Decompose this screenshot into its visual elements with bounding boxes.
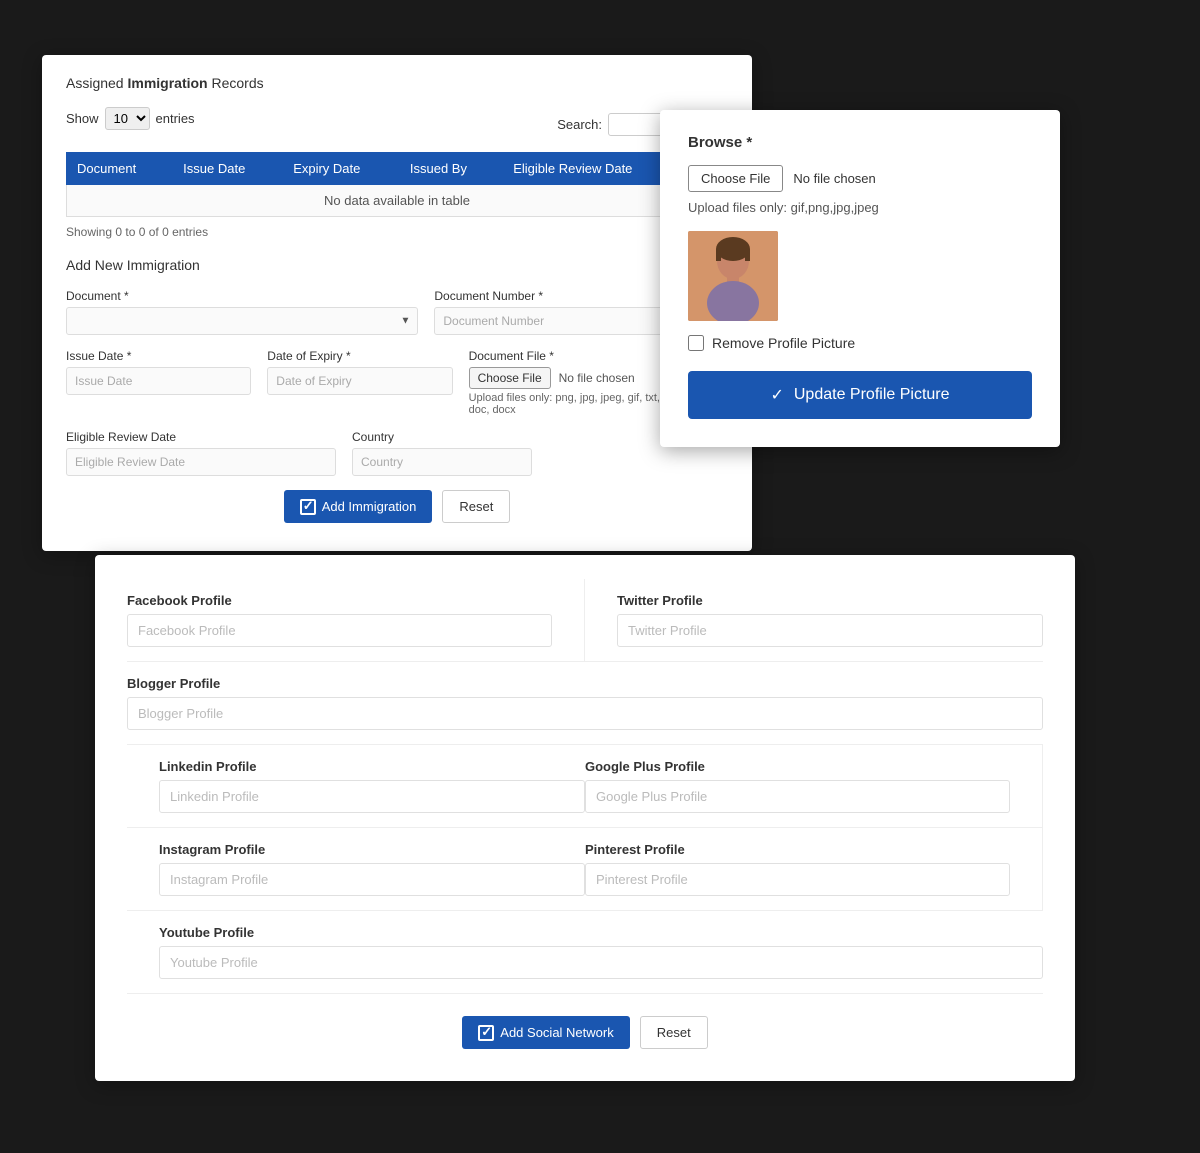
document-select-wrapper: ▼: [66, 307, 418, 335]
social-label: Google Plus Profile: [585, 759, 1010, 774]
entries-select[interactable]: 10 25 50: [105, 107, 150, 130]
social-input[interactable]: [159, 780, 585, 813]
immigration-card: Assigned Immigration Records Show 10 25 …: [42, 55, 752, 551]
eligible-review-label: Eligible Review Date: [66, 430, 336, 444]
social-field-twitter-profile: Twitter Profile: [585, 579, 1043, 662]
showing-text: Showing 0 to 0 of 0 entries: [66, 225, 728, 239]
profile-placeholder: [688, 231, 778, 321]
no-file-text: No file chosen: [559, 371, 635, 385]
document-group: Document * ▼: [66, 289, 418, 335]
social-label: Twitter Profile: [617, 593, 1043, 608]
no-data-cell: No data available in table: [67, 185, 728, 217]
reset-button[interactable]: Reset: [442, 490, 510, 523]
social-field-google-plus-profile: Google Plus Profile: [585, 745, 1043, 828]
col-issue-date: Issue Date: [173, 153, 283, 185]
add-social-network-button[interactable]: Add Social Network: [462, 1016, 629, 1049]
social-reset-button[interactable]: Reset: [640, 1016, 708, 1049]
add-immigration-button[interactable]: Add Immigration: [284, 490, 433, 523]
remove-checkbox-row: Remove Profile Picture: [688, 335, 1032, 351]
social-input[interactable]: [585, 863, 1010, 896]
card-title: Assigned Immigration Records: [66, 75, 728, 91]
add-new-title: Add New Immigration: [66, 257, 728, 273]
form-row-review-country: Eligible Review Date Country: [66, 430, 728, 476]
form-row-document: Document * ▼ Document Number *: [66, 289, 728, 335]
choose-file-button[interactable]: Choose File: [469, 367, 551, 389]
social-input[interactable]: [617, 614, 1043, 647]
check-icon: [478, 1025, 494, 1041]
eligible-review-group: Eligible Review Date: [66, 430, 336, 476]
social-card: Facebook Profile Twitter Profile Blogger…: [95, 555, 1075, 1081]
date-of-expiry-group: Date of Expiry *: [267, 349, 452, 395]
issue-date-group: Issue Date *: [66, 349, 251, 395]
check-icon: [300, 499, 316, 515]
social-input[interactable]: [585, 780, 1010, 813]
upload-hint: Upload files only: gif,png,jpg,jpeg: [688, 200, 1032, 215]
social-label: Pinterest Profile: [585, 842, 1010, 857]
no-file-chosen-text: No file chosen: [793, 171, 875, 186]
social-label: Linkedin Profile: [159, 759, 585, 774]
checkmark-icon: ✓: [770, 385, 783, 405]
profile-image: [688, 231, 778, 321]
remove-picture-label: Remove Profile Picture: [712, 335, 855, 351]
immigration-table: Document Issue Date Expiry Date Issued B…: [66, 152, 728, 217]
document-label: Document *: [66, 289, 418, 303]
col-expiry-date: Expiry Date: [283, 153, 400, 185]
choose-file-browse-button[interactable]: Choose File: [688, 165, 783, 192]
browse-card: Browse * Choose File No file chosen Uplo…: [660, 110, 1060, 447]
eligible-review-input[interactable]: [66, 448, 336, 476]
social-label: Youtube Profile: [159, 925, 1043, 940]
social-field-linkedin-profile: Linkedin Profile: [127, 745, 585, 828]
update-profile-picture-button[interactable]: ✓ Update Profile Picture: [688, 371, 1032, 419]
social-input[interactable]: [127, 614, 552, 647]
document-select[interactable]: [66, 307, 418, 335]
issue-date-label: Issue Date *: [66, 349, 251, 363]
country-group: Country: [352, 430, 532, 476]
social-field-youtube-profile: Youtube Profile: [127, 911, 1043, 994]
social-label: Facebook Profile: [127, 593, 552, 608]
table-controls: Show 10 25 50 entries Search:: [66, 107, 728, 142]
social-label: Blogger Profile: [127, 676, 1043, 691]
issue-date-input[interactable]: [66, 367, 251, 395]
immigration-action-row: Add Immigration Reset: [66, 490, 728, 523]
country-input[interactable]: [352, 448, 532, 476]
date-of-expiry-label: Date of Expiry *: [267, 349, 452, 363]
date-of-expiry-input[interactable]: [267, 367, 452, 395]
social-input[interactable]: [159, 946, 1043, 979]
social-field-instagram-profile: Instagram Profile: [127, 828, 585, 911]
social-action-row: Add Social Network Reset: [127, 1016, 1043, 1049]
social-input[interactable]: [159, 863, 585, 896]
browse-title: Browse *: [688, 134, 1032, 151]
social-field-pinterest-profile: Pinterest Profile: [585, 828, 1043, 911]
show-entries: Show 10 25 50 entries: [66, 107, 195, 130]
col-issued-by: Issued By: [399, 153, 502, 185]
col-document: Document: [67, 153, 173, 185]
browse-file-row: Choose File No file chosen: [688, 165, 1032, 192]
person-svg: [688, 231, 778, 321]
social-grid: Facebook Profile Twitter Profile Blogger…: [127, 579, 1043, 994]
country-label: Country: [352, 430, 532, 444]
social-field-blogger-profile: Blogger Profile: [127, 662, 1043, 745]
remove-picture-checkbox[interactable]: [688, 335, 704, 351]
table-row: No data available in table: [67, 185, 728, 217]
social-label: Instagram Profile: [159, 842, 585, 857]
social-field-facebook-profile: Facebook Profile: [127, 579, 585, 662]
form-row-dates: Issue Date * Date of Expiry * Document F…: [66, 349, 728, 416]
social-input[interactable]: [127, 697, 1043, 730]
